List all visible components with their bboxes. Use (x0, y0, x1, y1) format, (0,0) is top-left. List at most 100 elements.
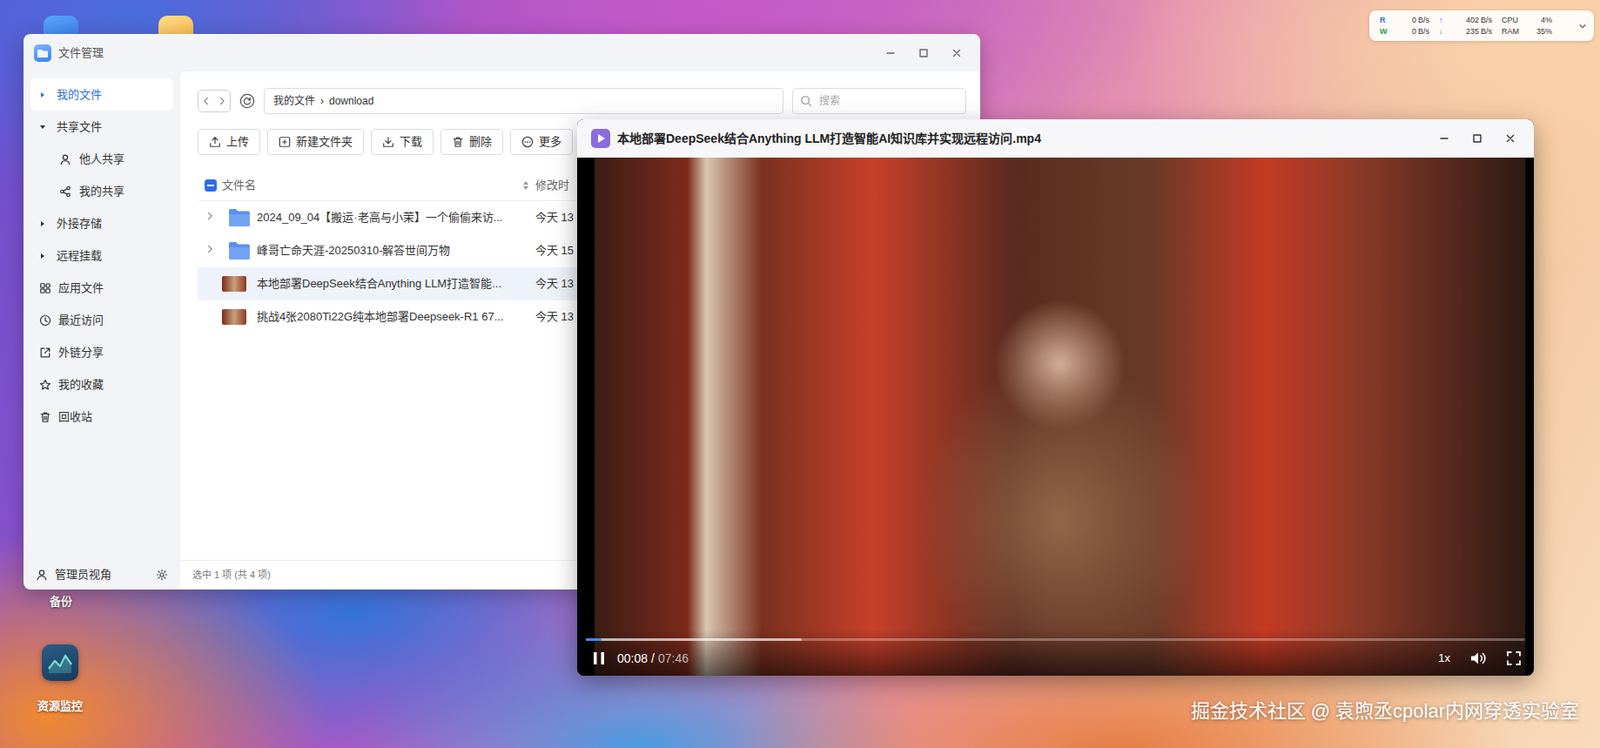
close-icon (951, 47, 962, 59)
minimize-button[interactable] (1427, 125, 1461, 152)
net-unit: B/s (1480, 14, 1500, 26)
maximize-button[interactable] (907, 40, 941, 67)
breadcrumb-item[interactable]: download (329, 93, 374, 109)
title-bar: 文件管理 (23, 33, 981, 72)
close-button[interactable] (1493, 125, 1527, 152)
expand-arrow-icon[interactable] (39, 91, 47, 99)
sidebar-item[interactable]: 最近访问 (30, 303, 174, 337)
metric-label: RAM (1501, 26, 1527, 37)
collapse-chevron-icon[interactable] (1578, 21, 1587, 31)
title-bar: 本地部署DeepSeek结合Anything LLM打造智能AI知识库并实现远程… (577, 119, 1534, 158)
sidebar-label: 回收站 (58, 408, 93, 426)
new-folder-button[interactable]: 新建文件夹 (267, 128, 364, 155)
refresh-icon[interactable] (239, 93, 256, 109)
download-button[interactable]: 下载 (370, 128, 434, 155)
sort-icon[interactable] (521, 179, 531, 192)
admin-view-label: 管理员视角 (54, 565, 112, 584)
close-button[interactable] (940, 40, 974, 67)
forward-icon[interactable] (214, 90, 230, 112)
delete-icon (451, 135, 464, 148)
minimize-button[interactable] (873, 40, 908, 67)
button-label: 上传 (226, 133, 249, 151)
desktop-icon-label[interactable]: 资源监控 (16, 697, 104, 715)
file-manager-app-icon (33, 44, 52, 62)
minimize-icon (1438, 133, 1450, 144)
video-thumbnail-icon (221, 275, 247, 292)
sidebar-item[interactable]: 我的共享 (30, 174, 174, 208)
maximize-icon (918, 47, 929, 59)
select-all-checkbox[interactable] (204, 179, 217, 192)
desktop-icon-label[interactable]: 备份 (17, 592, 105, 611)
button-label: 删除 (469, 133, 492, 151)
player-controls: 00:08/07:461x (577, 629, 1534, 676)
current-time: 00:08 (617, 649, 648, 668)
back-icon[interactable] (198, 90, 215, 112)
grid-icon (39, 282, 52, 295)
file-name: 挑战4张2080Ti22G纯本地部署Deepseek-R1 67... (256, 308, 536, 326)
more-button[interactable]: 更多 (510, 128, 573, 155)
net-value: 402 (1451, 14, 1479, 26)
sidebar-label: 我的收藏 (58, 376, 104, 394)
net-unit: B/s (1480, 26, 1500, 37)
sidebar-item[interactable]: 他人共享 (30, 142, 174, 175)
sidebar-item[interactable]: 外链分享 (30, 336, 174, 369)
delete-button[interactable]: 删除 (440, 128, 504, 155)
sidebar-item[interactable]: 回收站 (30, 400, 174, 433)
sidebar-item[interactable]: 共享文件 (30, 110, 174, 143)
search-field (792, 87, 967, 115)
expand-row-icon[interactable] (197, 243, 216, 255)
sidebar-item[interactable]: 我的文件 (30, 78, 174, 111)
close-icon (1505, 133, 1516, 144)
share-icon (59, 185, 72, 198)
pause-icon[interactable] (591, 650, 607, 666)
metric-value: 4% (1527, 14, 1553, 26)
upload-button[interactable]: 上传 (197, 128, 261, 155)
fullscreen-icon[interactable] (1505, 650, 1522, 666)
resource-widget: R0B/s↑402B/sCPU4%W0B/s↓235B/sRAM35% (1369, 10, 1594, 41)
sidebar-item[interactable]: 远程挂载 (30, 239, 174, 272)
sidebar-label: 外接存储 (56, 215, 102, 233)
video-frame[interactable] (594, 157, 1526, 676)
breadcrumb-item[interactable]: 我的文件 (273, 93, 316, 109)
progress-fill (585, 638, 602, 641)
sidebar-item[interactable]: 外接存储 (30, 207, 174, 240)
resource-monitor-icon[interactable] (41, 644, 79, 681)
button-label: 新建文件夹 (295, 133, 353, 151)
video-player-app-icon (591, 128, 611, 148)
window-controls (1427, 125, 1527, 152)
expand-arrow-icon[interactable] (39, 123, 47, 131)
sidebar-item[interactable]: 应用文件 (30, 271, 174, 304)
expand-arrow-icon[interactable] (39, 220, 47, 228)
file-name: 峰哥亡命天涯-20250310-解答世间万物 (256, 242, 536, 260)
history-buttons (197, 89, 231, 113)
column-label: 文件名 (221, 176, 256, 195)
name-column-header[interactable]: 文件名 (221, 176, 536, 195)
net-arrow: ↑ (1438, 14, 1450, 26)
maximize-button[interactable] (1460, 125, 1494, 152)
metric-label: CPU (1501, 14, 1527, 26)
expand-row-icon[interactable] (197, 210, 216, 222)
sidebar-item[interactable]: 我的收藏 (30, 368, 174, 401)
io-value: 0 (1391, 14, 1417, 26)
expand-arrow-icon[interactable] (39, 252, 47, 260)
resource-stats: R0B/s↑402B/sCPU4%W0B/s↓235B/sRAM35% (1379, 14, 1574, 37)
video-thumbnail-icon (221, 309, 247, 325)
volume-icon[interactable] (1469, 650, 1487, 666)
sidebar-label: 我的文件 (56, 86, 102, 104)
search-input[interactable] (817, 92, 959, 110)
sidebar: 我的文件共享文件他人共享我的共享外接存储远程挂载应用文件最近访问外链分享我的收藏… (23, 71, 181, 590)
gear-icon[interactable] (155, 568, 169, 581)
button-label: 更多 (538, 133, 562, 151)
duration: 07:46 (658, 649, 689, 668)
trash-icon (39, 410, 52, 424)
io-label: R (1379, 14, 1391, 26)
sidebar-label: 应用文件 (58, 279, 104, 297)
speed-button[interactable]: 1x (1438, 649, 1451, 667)
progress-track[interactable] (585, 638, 1526, 641)
sidebar-label: 共享文件 (56, 118, 102, 136)
admin-view-toggle[interactable]: 管理员视角 (23, 559, 181, 590)
io-value: 0 (1391, 26, 1417, 37)
sidebar-label: 他人共享 (79, 150, 125, 169)
breadcrumb-field[interactable]: 我的文件›download (263, 87, 784, 115)
net-value: 235 (1451, 26, 1479, 37)
